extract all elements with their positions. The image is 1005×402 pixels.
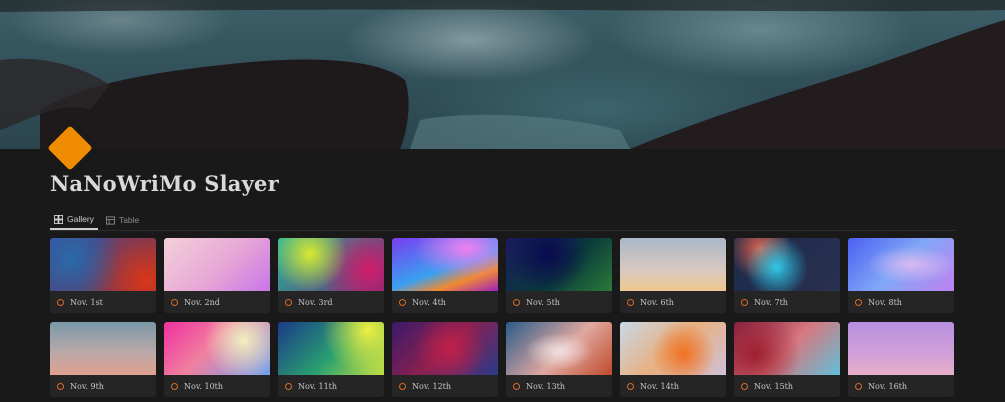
status-circle-icon xyxy=(627,382,634,390)
card-title: Nov. 15th xyxy=(754,381,794,391)
card-footer: Nov. 1st xyxy=(50,291,156,313)
card-title: Nov. 6th xyxy=(640,297,674,307)
card-title: Nov. 14th xyxy=(640,381,680,391)
gallery-card[interactable]: Nov. 1st xyxy=(50,238,156,313)
card-cover-thumbnail xyxy=(392,238,498,291)
status-circle-icon xyxy=(171,298,178,306)
card-cover-thumbnail xyxy=(620,238,726,291)
gallery-grid: Nov. 1st Nov. 2nd Nov. 3rd Nov. 4th Nov. 5th… xyxy=(50,238,954,397)
card-cover-thumbnail xyxy=(734,238,840,291)
card-footer: Nov. 15th xyxy=(734,375,840,397)
card-footer: Nov. 6th xyxy=(620,291,726,313)
card-cover-thumbnail xyxy=(848,322,954,375)
tab-gallery[interactable]: Gallery xyxy=(50,210,98,230)
card-footer: Nov. 14th xyxy=(620,375,726,397)
card-cover-thumbnail xyxy=(164,322,270,375)
status-circle-icon xyxy=(399,382,406,390)
gallery-card[interactable]: Nov. 14th xyxy=(620,322,726,397)
status-circle-icon xyxy=(513,298,520,306)
card-footer: Nov. 16th xyxy=(848,375,954,397)
card-cover-thumbnail xyxy=(164,238,270,291)
status-circle-icon xyxy=(741,298,748,306)
card-footer: Nov. 10th xyxy=(164,375,270,397)
card-footer: Nov. 12th xyxy=(392,375,498,397)
gallery-card[interactable]: Nov. 12th xyxy=(392,322,498,397)
card-title: Nov. 4th xyxy=(412,297,446,307)
page-title[interactable]: NaNoWriMo Slayer xyxy=(50,171,279,196)
view-divider xyxy=(50,230,956,231)
card-cover-thumbnail xyxy=(620,322,726,375)
card-title: Nov. 8th xyxy=(868,297,902,307)
card-cover-thumbnail xyxy=(278,238,384,291)
gallery-card[interactable]: Nov. 11th xyxy=(278,322,384,397)
card-cover-thumbnail xyxy=(392,322,498,375)
status-circle-icon xyxy=(57,298,64,306)
tab-gallery-label: Gallery xyxy=(67,214,94,224)
card-footer: Nov. 13th xyxy=(506,375,612,397)
gallery-card[interactable]: Nov. 7th xyxy=(734,238,840,313)
status-circle-icon xyxy=(171,382,178,390)
gallery-card[interactable]: Nov. 16th xyxy=(848,322,954,397)
card-cover-thumbnail xyxy=(734,322,840,375)
gallery-grid-icon xyxy=(54,214,63,224)
card-footer: Nov. 4th xyxy=(392,291,498,313)
tab-table-label: Table xyxy=(118,215,140,225)
card-title: Nov. 12th xyxy=(412,381,452,391)
status-circle-icon xyxy=(399,298,406,306)
card-footer: Nov. 2nd xyxy=(164,291,270,313)
gallery-card[interactable]: Nov. 6th xyxy=(620,238,726,313)
table-icon xyxy=(105,215,115,225)
status-circle-icon xyxy=(285,298,292,306)
gallery-card[interactable]: Nov. 15th xyxy=(734,322,840,397)
gallery-card[interactable]: Nov. 8th xyxy=(848,238,954,313)
card-cover-thumbnail xyxy=(848,238,954,291)
card-footer: Nov. 3rd xyxy=(278,291,384,313)
card-title: Nov. 13th xyxy=(526,381,566,391)
card-cover-thumbnail xyxy=(278,322,384,375)
gallery-card[interactable]: Nov. 13th xyxy=(506,322,612,397)
card-title: Nov. 16th xyxy=(868,381,908,391)
view-tabs: Gallery Table xyxy=(50,210,143,230)
page-cover-image xyxy=(0,0,1005,149)
gallery-card[interactable]: Nov. 2nd xyxy=(164,238,270,313)
status-circle-icon xyxy=(285,382,292,390)
card-cover-thumbnail xyxy=(50,322,156,375)
status-circle-icon xyxy=(513,382,520,390)
card-title: Nov. 1st xyxy=(70,297,103,307)
tab-table[interactable]: Table xyxy=(102,210,143,230)
status-circle-icon xyxy=(57,382,64,390)
card-footer: Nov. 9th xyxy=(50,375,156,397)
card-cover-thumbnail xyxy=(50,238,156,291)
gallery-card[interactable]: Nov. 4th xyxy=(392,238,498,313)
card-title: Nov. 3rd xyxy=(298,297,333,307)
card-title: Nov. 7th xyxy=(754,297,788,307)
status-circle-icon xyxy=(627,298,634,306)
status-circle-icon xyxy=(855,382,862,390)
gallery-card[interactable]: Nov. 9th xyxy=(50,322,156,397)
card-cover-thumbnail xyxy=(506,322,612,375)
card-title: Nov. 2nd xyxy=(184,297,220,307)
card-footer: Nov. 7th xyxy=(734,291,840,313)
card-title: Nov. 9th xyxy=(70,381,104,391)
gallery-card[interactable]: Nov. 5th xyxy=(506,238,612,313)
card-cover-thumbnail xyxy=(506,238,612,291)
status-circle-icon xyxy=(855,298,862,306)
card-title: Nov. 11th xyxy=(298,381,338,391)
cover-painting xyxy=(0,0,1005,149)
gallery-card[interactable]: Nov. 3rd xyxy=(278,238,384,313)
card-title: Nov. 10th xyxy=(184,381,224,391)
card-footer: Nov. 5th xyxy=(506,291,612,313)
card-title: Nov. 5th xyxy=(526,297,560,307)
status-circle-icon xyxy=(741,382,748,390)
card-footer: Nov. 11th xyxy=(278,375,384,397)
card-footer: Nov. 8th xyxy=(848,291,954,313)
gallery-card[interactable]: Nov. 10th xyxy=(164,322,270,397)
